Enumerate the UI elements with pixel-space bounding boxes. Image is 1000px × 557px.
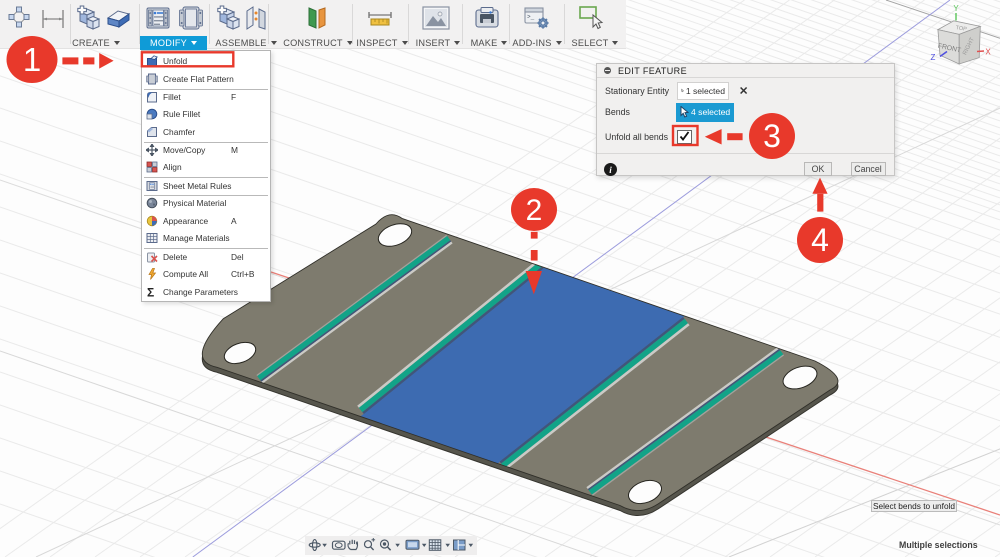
svg-text:>_: >_ — [527, 14, 535, 21]
svg-text:Σ: Σ — [147, 286, 154, 298]
svg-text:Y: Y — [953, 4, 959, 13]
svg-text:X: X — [985, 48, 991, 57]
svg-text:Z: Z — [931, 53, 936, 62]
